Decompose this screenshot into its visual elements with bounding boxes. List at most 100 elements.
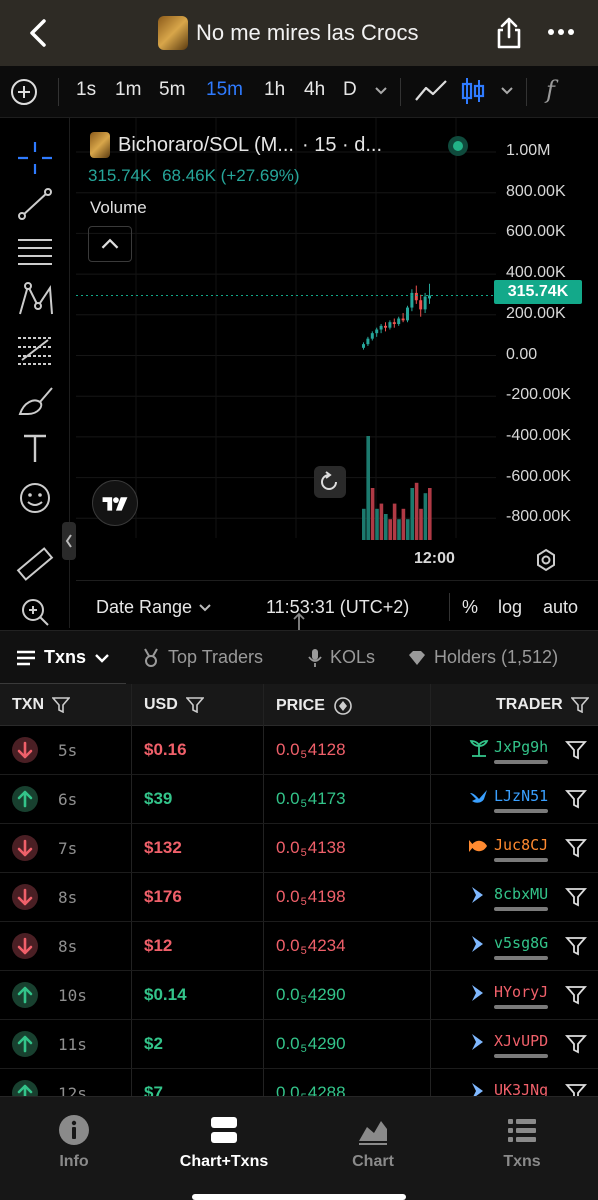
col-price[interactable]: PRICE [276, 696, 353, 716]
token-avatar [158, 16, 188, 50]
chevron-right-icon [472, 1083, 483, 1096]
volume-bar [375, 508, 379, 540]
tab-top-traders[interactable]: Top Traders [142, 647, 263, 668]
txn-price: 0.054128 [276, 740, 346, 761]
txn-row[interactable]: 8s $12 0.054234 v5sg8G [0, 922, 598, 971]
chevron-down-icon[interactable] [500, 86, 514, 96]
text-tool-icon[interactable] [14, 428, 56, 468]
emoji-icon[interactable] [14, 478, 56, 518]
collapse-tools-icon[interactable] [62, 522, 76, 560]
footer-divider [449, 593, 450, 621]
txn-trader[interactable]: JxPg9h [494, 738, 548, 756]
trader-bar [494, 956, 548, 960]
txn-row[interactable]: 11s $2 0.054290 XJvUPD [0, 1020, 598, 1069]
volume-bar [370, 488, 375, 540]
txn-age: 8s [58, 937, 78, 956]
fish-icon [469, 840, 487, 852]
page-title: No me mires las Crocs [196, 20, 419, 45]
fib-retracement-icon[interactable] [14, 330, 56, 370]
txn-trader[interactable]: v5sg8G [494, 934, 548, 952]
indicators-fx-icon[interactable]: f [546, 76, 555, 104]
tab-kols[interactable]: KOLs [308, 647, 375, 668]
interval-d[interactable]: D [343, 79, 357, 101]
crosshair-icon[interactable] [14, 138, 56, 178]
col-price-label: PRICE [276, 697, 325, 714]
reset-chart-button[interactable] [314, 466, 346, 498]
percent-scale-toggle[interactable]: % [462, 597, 478, 618]
bottom-nav: Info Chart+Txns Chart Txns [0, 1096, 598, 1200]
last-price-tag: 315.74K [494, 280, 582, 304]
share-icon[interactable] [494, 16, 524, 50]
filter-icon[interactable] [565, 740, 587, 760]
nav-info[interactable]: Info [9, 1113, 139, 1171]
filter-icon[interactable] [565, 887, 587, 907]
txn-row[interactable]: 6s $39 0.054173 LJzN51 [0, 775, 598, 824]
txn-row[interactable]: 7s $132 0.054138 Juc8CJ [0, 824, 598, 873]
filter-icon[interactable] [565, 838, 587, 858]
interval-1m[interactable]: 1m [115, 79, 141, 101]
interval-1s[interactable]: 1s [76, 79, 96, 101]
nav-chart[interactable]: Chart [308, 1113, 438, 1171]
interval-5m[interactable]: 5m [159, 79, 185, 101]
txn-usd: $0.14 [144, 985, 187, 1004]
zoom-in-icon[interactable] [14, 592, 56, 632]
interval-1h[interactable]: 1h [264, 79, 285, 101]
candlestick-icon[interactable] [460, 76, 486, 106]
volume-bar [392, 503, 397, 540]
interval-15m[interactable]: 15m [206, 79, 243, 101]
ruler-icon[interactable] [14, 544, 56, 584]
log-scale-toggle[interactable]: log [498, 597, 522, 618]
chart-settings-icon[interactable] [534, 548, 558, 572]
filter-icon[interactable] [565, 1034, 587, 1054]
candle-body [414, 292, 418, 301]
col-trader[interactable]: TRADER [496, 696, 589, 714]
txn-age: 5s [58, 741, 78, 760]
txn-tabs: Txns Top Traders KOLs Holders (1,512) [0, 630, 598, 686]
candle-body [423, 296, 427, 310]
txn-trader[interactable]: LJzN51 [494, 787, 548, 805]
tab-txns[interactable]: Txns [16, 647, 110, 668]
horizontal-lines-icon[interactable] [14, 232, 56, 272]
candle-body [428, 295, 431, 299]
txn-trader[interactable]: UK3JNg [494, 1081, 548, 1096]
txn-row[interactable]: 10s $0.14 0.054290 HYoryJ [0, 971, 598, 1020]
auto-scale-toggle[interactable]: auto [543, 597, 578, 618]
toggle-price-icon [334, 697, 352, 715]
chevron-down-icon[interactable] [374, 86, 388, 96]
trend-line-icon[interactable] [14, 184, 56, 224]
more-icon[interactable] [544, 22, 578, 42]
pattern-icon[interactable] [14, 280, 56, 320]
filter-icon[interactable] [565, 985, 587, 1005]
txn-usd: $39 [144, 789, 173, 808]
interval-4h[interactable]: 4h [304, 79, 325, 101]
txn-row[interactable]: 5s $0.16 0.054128 JxPg9h [0, 726, 598, 775]
ohlc-change: 68.46K (+27.69%) [162, 166, 300, 185]
line-chart-icon[interactable] [414, 78, 448, 104]
collapse-volume-button[interactable] [88, 226, 132, 262]
txn-row[interactable]: 12s $7 0.054288 UK3JNg [0, 1069, 598, 1096]
nav-txns[interactable]: Txns [457, 1113, 587, 1171]
col-usd[interactable]: USD [144, 696, 204, 714]
txn-trader[interactable]: Juc8CJ [494, 836, 548, 854]
txn-trader[interactable]: 8cbxMU [494, 885, 548, 903]
filter-icon[interactable] [565, 789, 587, 809]
filter-icon[interactable] [565, 936, 587, 956]
date-range-selector[interactable]: Date Range [96, 597, 212, 618]
y-tick-label: 0.00 [506, 345, 538, 363]
tradingview-logo[interactable] [92, 480, 138, 526]
volume-bar [428, 488, 432, 540]
filter-icon[interactable] [565, 1083, 587, 1096]
arrow-down-icon [12, 884, 38, 910]
brush-icon[interactable] [14, 380, 56, 420]
tab-holders[interactable]: Holders (1,512) [408, 647, 558, 668]
txn-trader[interactable]: HYoryJ [494, 983, 548, 1001]
volume-bar [366, 436, 370, 540]
chevron-left-icon[interactable] [22, 16, 56, 50]
tab-kols-label: KOLs [330, 647, 376, 667]
txn-trader[interactable]: XJvUPD [494, 1032, 548, 1050]
add-indicator-icon[interactable] [10, 78, 38, 106]
col-txn[interactable]: TXN [12, 696, 70, 714]
arrow-down-icon [12, 835, 38, 861]
nav-chart-txns[interactable]: Chart+Txns [159, 1113, 289, 1171]
txn-row[interactable]: 8s $176 0.054198 8cbxMU [0, 873, 598, 922]
